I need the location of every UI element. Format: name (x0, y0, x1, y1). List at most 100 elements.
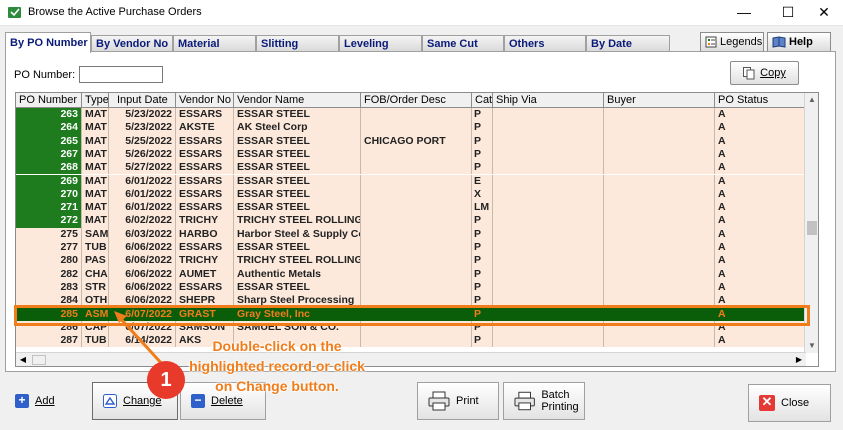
cell-buyer (604, 134, 715, 148)
cell-vendor-no: ESSARS (176, 147, 234, 162)
cell-cat: P (472, 147, 493, 162)
cell-vendor-no: ESSARS (176, 201, 234, 215)
cell-po: 280 (16, 254, 82, 268)
scroll-up-icon[interactable]: ▲ (805, 93, 818, 107)
close-window-button[interactable]: ✕ (806, 0, 842, 24)
cell-ship-via (493, 201, 604, 215)
cell-buyer (604, 161, 715, 175)
tab-material[interactable]: Material (173, 35, 256, 52)
table-row[interactable]: 269 MAT 6/01/2022 ESSARS ESSAR STEEL E A (16, 174, 806, 188)
cell-fob: CHICAGO PORT (361, 134, 472, 148)
vertical-scroll-thumb[interactable] (807, 221, 817, 235)
table-row[interactable]: 267 MAT 5/26/2022 ESSARS ESSAR STEEL P A (16, 147, 806, 162)
horizontal-scroll-thumb[interactable] (32, 355, 46, 365)
cell-status: A (715, 134, 806, 148)
cell-status: A (715, 161, 806, 175)
batch-printer-icon (514, 391, 535, 411)
scroll-down-icon[interactable]: ▼ (805, 339, 818, 353)
po-number-input[interactable] (79, 66, 163, 83)
table-row[interactable]: 280 PAS 6/06/2022 TRICHY TRICHY STEEL ROLLIN… (16, 254, 806, 268)
app-icon (8, 7, 21, 18)
tab-same-cut[interactable]: Same Cut (422, 35, 504, 52)
header-fob-order-desc[interactable]: FOB/Order Desc (361, 93, 472, 108)
table-row[interactable]: 272 MAT 6/02/2022 TRICHY TRICHY STEEL ROLLIN… (16, 214, 806, 228)
table-row[interactable]: 277 TUB 6/06/2022 ESSARS ESSAR STEEL P A (16, 241, 806, 255)
cell-po: 283 (16, 280, 82, 295)
cell-type: MAT (82, 121, 109, 135)
cell-buyer (604, 174, 715, 188)
add-button[interactable]: + Add (4, 382, 88, 420)
cell-date: 5/26/2022 (109, 147, 176, 162)
cell-vendor-name: ESSAR STEEL (234, 241, 361, 255)
header-buyer[interactable]: Buyer (604, 93, 715, 108)
header-ship-via[interactable]: Ship Via (493, 93, 604, 108)
tab-leveling[interactable]: Leveling (339, 35, 422, 52)
cell-date: 5/23/2022 (109, 108, 176, 122)
close-button[interactable]: ✕ Close (748, 384, 831, 422)
tab-by-date[interactable]: By Date (586, 35, 670, 52)
cell-vendor-no: ESSARS (176, 174, 234, 188)
header-po-number[interactable]: PO Number (16, 93, 82, 108)
cell-fob (361, 187, 472, 202)
cell-po: 282 (16, 267, 82, 281)
header-vendor-no[interactable]: Vendor No (176, 93, 234, 108)
printer-icon (428, 391, 450, 411)
scroll-left-icon[interactable]: ◀ (16, 353, 30, 366)
cell-vendor-no: TRICHY (176, 214, 234, 228)
selected-row-highlight (14, 305, 810, 326)
cell-status: A (715, 227, 806, 241)
cell-fob (361, 201, 472, 215)
help-button[interactable]: Help (767, 32, 831, 52)
cell-ship-via (493, 174, 604, 188)
table-row[interactable]: 283 STR 6/06/2022 ESSARS ESSAR STEEL P A (16, 280, 806, 295)
table-row[interactable]: 271 MAT 6/01/2022 ESSARS ESSAR STEEL LM A (16, 201, 806, 215)
cell-fob (361, 334, 472, 348)
table-row[interactable]: 263 MAT 5/23/2022 ESSARS ESSAR STEEL P A (16, 108, 806, 122)
header-po-status[interactable]: PO Status (715, 93, 806, 108)
cell-ship-via (493, 254, 604, 268)
cell-status: A (715, 241, 806, 255)
cell-vendor-name: TRICHY STEEL ROLLING MI (234, 214, 361, 228)
cell-fob (361, 254, 472, 268)
tab-by-po-number[interactable]: By PO Number (5, 32, 91, 53)
header-input-date[interactable]: Input Date (109, 93, 176, 108)
cell-type: MAT (82, 201, 109, 215)
tab-by-vendor-no[interactable]: By Vendor No (91, 35, 173, 52)
header-vendor-name[interactable]: Vendor Name (234, 93, 361, 108)
window-title: Browse the Active Purchase Orders (28, 6, 202, 18)
cell-vendor-no: AKSTE (176, 121, 234, 135)
table-row[interactable]: 265 MAT 5/25/2022 ESSARS ESSAR STEEL CHICAGO… (16, 134, 806, 148)
cell-buyer (604, 121, 715, 135)
cell-status: A (715, 187, 806, 202)
table-row[interactable]: 264 MAT 5/23/2022 AKSTE AK Steel Corp P A (16, 121, 806, 135)
cell-date: 6/14/2022 (109, 334, 176, 348)
cell-date: 6/06/2022 (109, 241, 176, 255)
header-type[interactable]: Type (82, 93, 109, 108)
table-row[interactable]: 275 SAM 6/03/2022 HARBO Harbor Steel & Suppl… (16, 227, 806, 241)
cell-type: STR (82, 280, 109, 295)
cell-date: 6/06/2022 (109, 267, 176, 281)
horizontal-scrollbar[interactable]: ◀ ▶ (16, 352, 806, 366)
cell-vendor-name: ESSAR STEEL (234, 201, 361, 215)
tab-others[interactable]: Others (504, 35, 586, 52)
callout-step-badge: 1 (147, 361, 185, 399)
cell-cat: LM (472, 201, 493, 215)
cell-ship-via (493, 227, 604, 241)
maximize-button[interactable]: ☐ (770, 0, 806, 24)
cell-status: A (715, 108, 806, 122)
cell-buyer (604, 267, 715, 281)
minimize-button[interactable]: — (726, 0, 762, 24)
copy-button[interactable]: Copy (730, 61, 799, 85)
header-cat[interactable]: Cat (472, 93, 493, 108)
cell-po: 271 (16, 201, 82, 215)
scroll-right-icon[interactable]: ▶ (792, 353, 806, 366)
table-row[interactable]: 270 MAT 6/01/2022 ESSARS ESSAR STEEL X A (16, 187, 806, 202)
table-row[interactable]: 268 MAT 5/27/2022 ESSARS ESSAR STEEL P A (16, 161, 806, 175)
print-button[interactable]: Print (417, 382, 499, 420)
cell-vendor-no: ESSARS (176, 108, 234, 122)
legends-button[interactable]: Legends (700, 32, 764, 52)
table-row[interactable]: 282 CHA 6/06/2022 AUMET Authentic Metals P A (16, 267, 806, 281)
batch-printing-button[interactable]: Batch Printing (503, 382, 585, 420)
tab-slitting[interactable]: Slitting (256, 35, 339, 52)
table-row[interactable]: 287 TUB 6/14/2022 AKS P A (16, 334, 806, 348)
